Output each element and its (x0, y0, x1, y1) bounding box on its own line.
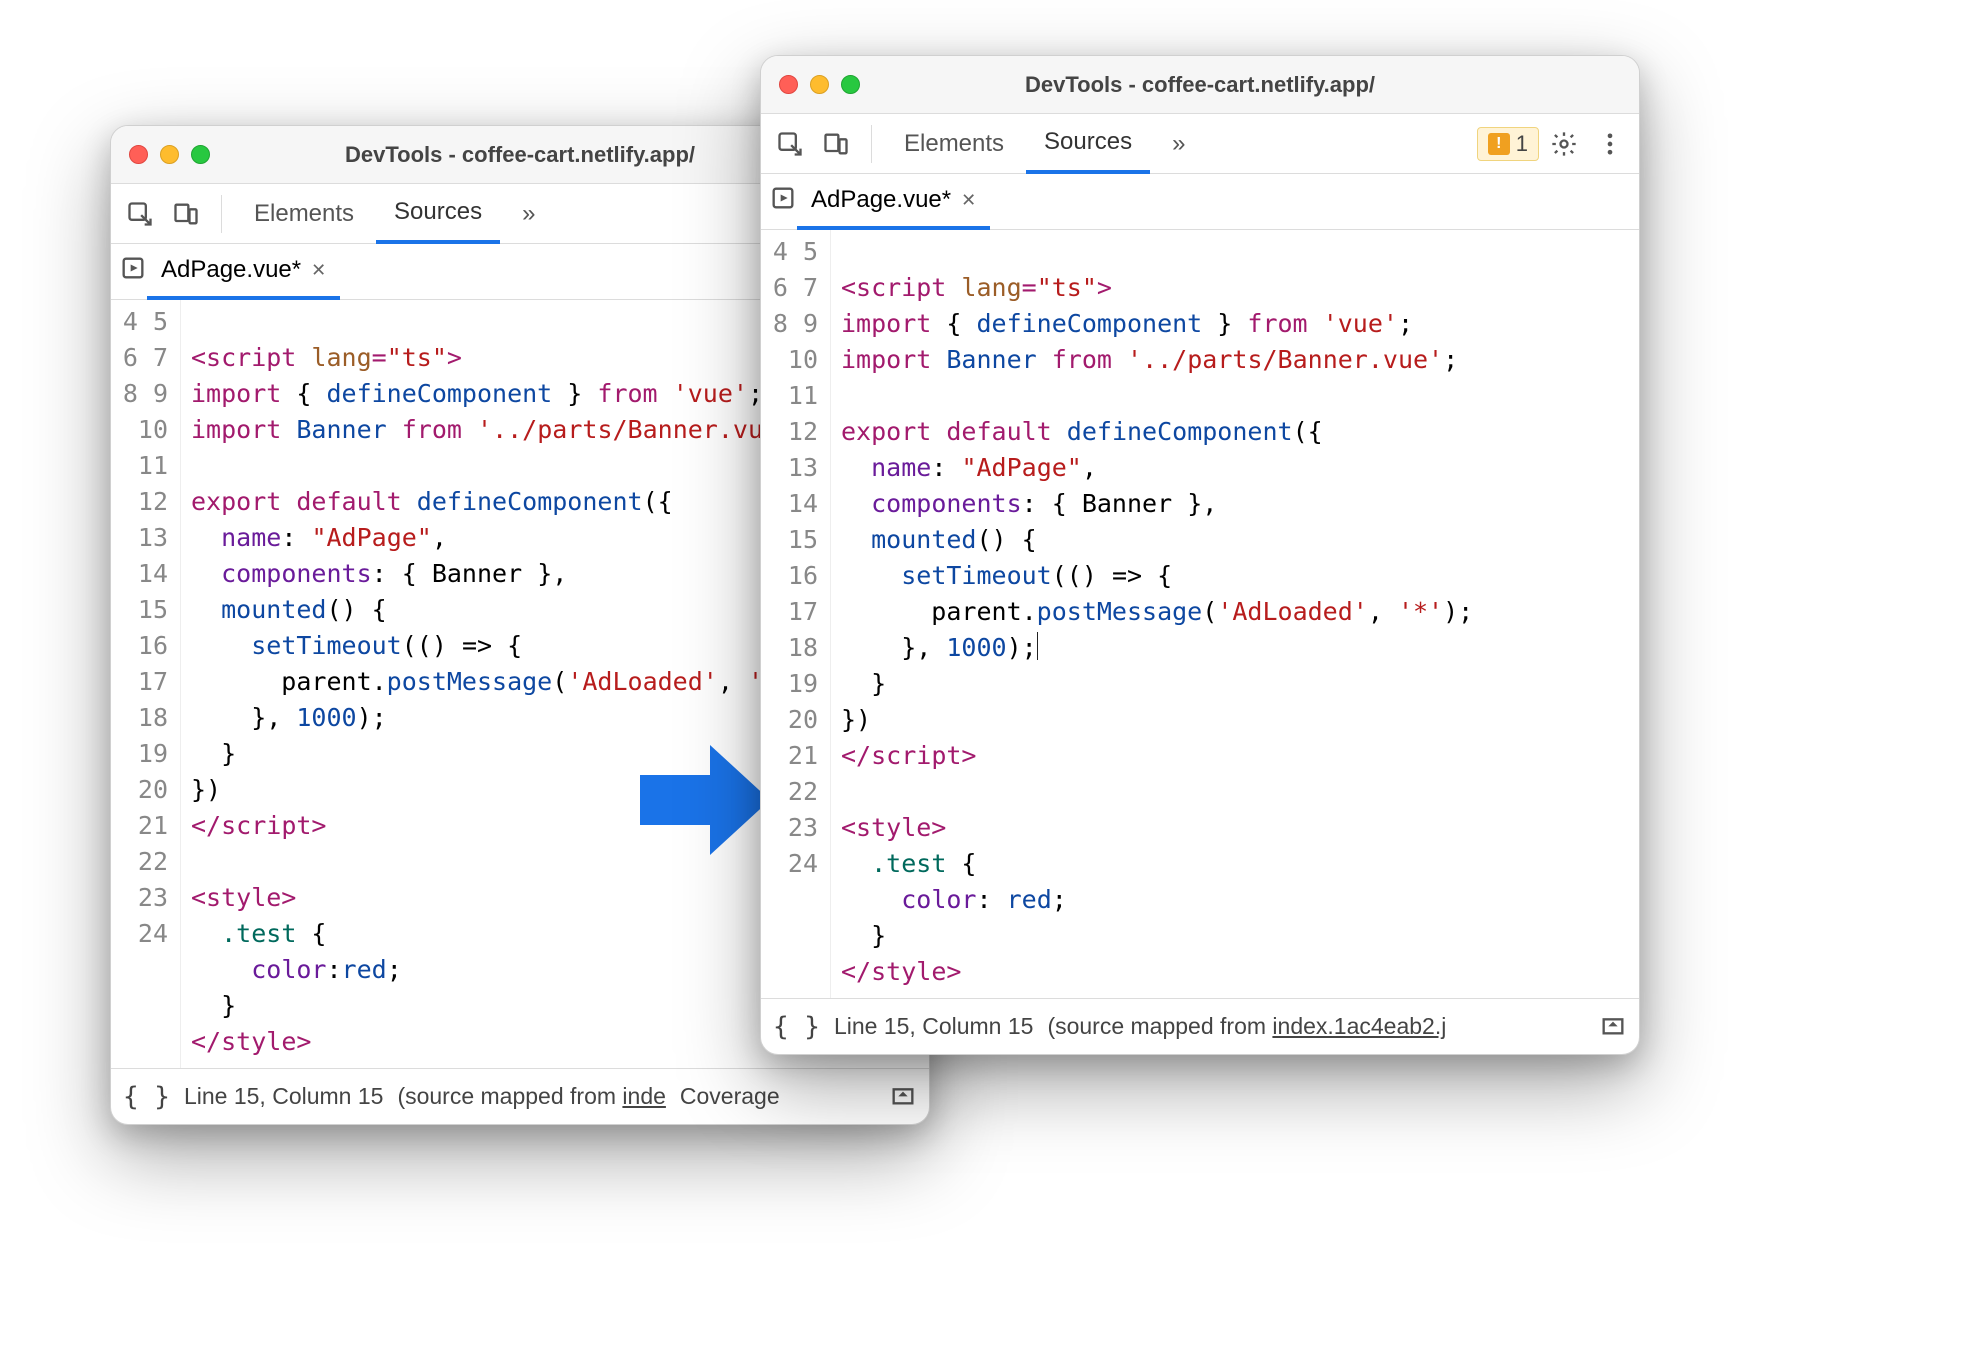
settings-icon[interactable] (1543, 123, 1585, 165)
code-editor-right[interactable]: 4 5 6 7 8 9 10 11 12 13 14 15 16 17 18 1… (761, 230, 1639, 998)
statusbar: { } Line 15, Column 15 (source mapped fr… (761, 998, 1639, 1054)
file-tab-label: AdPage.vue* (811, 186, 951, 214)
titlebar: DevTools - coffee-cart.netlify.app/ (761, 56, 1639, 114)
warning-icon: ! (1488, 133, 1510, 155)
close-icon[interactable]: ✕ (311, 260, 326, 281)
issues-badge[interactable]: ! 1 (1477, 127, 1539, 161)
inspect-icon[interactable] (119, 193, 161, 235)
tab-elements[interactable]: Elements (236, 184, 372, 244)
issues-count: 1 (1516, 131, 1528, 157)
close-dot[interactable] (129, 145, 148, 164)
source-map-link[interactable]: index.1ac4eab2.j (1272, 1013, 1446, 1039)
tab-sources[interactable]: Sources (1026, 114, 1150, 174)
toggle-navigator-icon[interactable] (119, 254, 147, 289)
device-toggle-icon[interactable] (815, 123, 857, 165)
devtools-window-right: DevTools - coffee-cart.netlify.app/ Elem… (760, 55, 1640, 1055)
zoom-dot[interactable] (841, 75, 860, 94)
code-content[interactable]: <script lang="ts"> import { defineCompon… (831, 230, 1639, 998)
file-tabs: AdPage.vue* ✕ (761, 174, 1639, 230)
close-dot[interactable] (779, 75, 798, 94)
format-icon[interactable]: { } (123, 1082, 170, 1112)
window-title: DevTools - coffee-cart.netlify.app/ (761, 72, 1639, 98)
kebab-icon[interactable] (1589, 123, 1631, 165)
format-icon[interactable]: { } (773, 1012, 820, 1042)
source-map-link[interactable]: inde (622, 1083, 665, 1109)
minimize-dot[interactable] (160, 145, 179, 164)
tab-elements[interactable]: Elements (886, 114, 1022, 174)
separator (221, 195, 222, 233)
zoom-dot[interactable] (191, 145, 210, 164)
arrow-right-icon (640, 740, 770, 860)
inspect-icon[interactable] (769, 123, 811, 165)
line-gutter: 4 5 6 7 8 9 10 11 12 13 14 15 16 17 18 1… (761, 230, 831, 998)
close-icon[interactable]: ✕ (961, 190, 976, 211)
traffic-lights (779, 75, 860, 94)
expand-drawer-icon[interactable] (1599, 1010, 1627, 1044)
toggle-navigator-icon[interactable] (769, 184, 797, 219)
minimize-dot[interactable] (810, 75, 829, 94)
tab-sources[interactable]: Sources (376, 184, 500, 244)
tab-more[interactable]: » (1154, 114, 1203, 174)
tab-more[interactable]: » (504, 184, 553, 244)
source-map-info: (source mapped from index.1ac4eab2.j (1047, 1013, 1446, 1040)
devtools-tabbar: Elements Sources » ! 1 (761, 114, 1639, 174)
separator (871, 125, 872, 163)
file-tab-adpage[interactable]: AdPage.vue* ✕ (797, 174, 990, 230)
traffic-lights (129, 145, 210, 164)
device-toggle-icon[interactable] (165, 193, 207, 235)
file-tab-label: AdPage.vue* (161, 256, 301, 284)
expand-drawer-icon[interactable] (889, 1080, 917, 1114)
coverage-label[interactable]: Coverage (680, 1083, 780, 1110)
cursor-position: Line 15, Column 15 (184, 1083, 383, 1110)
source-map-info: (source mapped from inde (397, 1083, 665, 1110)
line-gutter: 4 5 6 7 8 9 10 11 12 13 14 15 16 17 18 1… (111, 300, 181, 1068)
file-tab-adpage[interactable]: AdPage.vue* ✕ (147, 244, 340, 300)
cursor-position: Line 15, Column 15 (834, 1013, 1033, 1040)
statusbar: { } Line 15, Column 15 (source mapped fr… (111, 1068, 929, 1124)
